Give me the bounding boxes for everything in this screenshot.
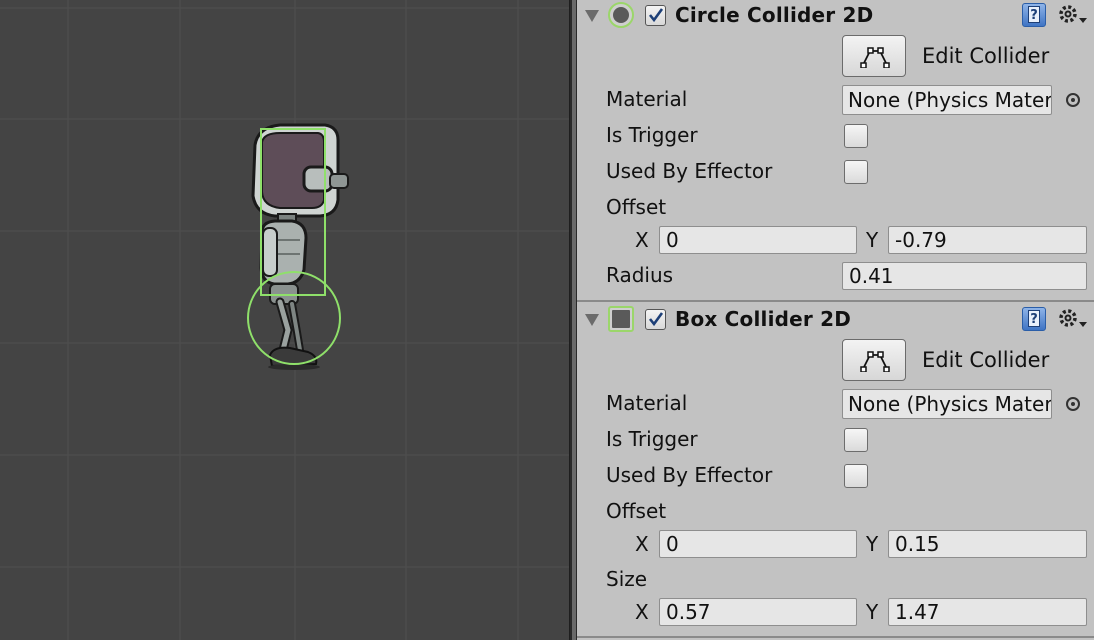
edit-collider-label: Edit Collider xyxy=(922,348,1050,372)
offset-x-axis-label: X xyxy=(635,532,649,556)
robot-sprite[interactable] xyxy=(0,0,569,640)
radius-label: Radius xyxy=(606,263,674,287)
used-by-effector-checkbox[interactable] xyxy=(844,160,868,184)
box-collider-component: Box Collider 2D ? Edit Collider Material… xyxy=(577,304,1094,640)
panel-splitter[interactable] xyxy=(569,0,577,640)
edit-collider-button[interactable] xyxy=(842,35,906,77)
offset-y-axis-label: Y xyxy=(866,228,879,252)
circle-collider-icon xyxy=(608,2,634,28)
component-header[interactable]: Circle Collider 2D ? xyxy=(577,0,1094,34)
offset-label: Offset xyxy=(606,499,667,523)
offset-x-field[interactable]: 0 xyxy=(659,530,857,558)
edit-collider-button[interactable] xyxy=(842,339,906,381)
offset-x-field[interactable]: 0 xyxy=(659,226,857,254)
is-trigger-label: Is Trigger xyxy=(606,427,698,451)
material-label: Material xyxy=(606,391,688,415)
object-picker-icon[interactable] xyxy=(1066,397,1080,411)
inspector-panel: Circle Collider 2D ? Edit Collider Mater… xyxy=(577,0,1094,640)
material-field[interactable]: None (Physics Material 2D) xyxy=(842,389,1052,419)
offset-y-axis-label: Y xyxy=(866,532,879,556)
foldout-triangle-icon[interactable] xyxy=(585,10,599,22)
foldout-triangle-icon[interactable] xyxy=(585,314,599,326)
gear-icon[interactable] xyxy=(1057,2,1089,28)
component-enabled-checkbox[interactable] xyxy=(645,309,666,330)
help-book-icon[interactable]: ? xyxy=(1022,307,1046,331)
size-y-axis-label: Y xyxy=(866,600,879,624)
is-trigger-label: Is Trigger xyxy=(606,123,698,147)
component-divider xyxy=(577,636,1094,638)
component-header[interactable]: Box Collider 2D ? xyxy=(577,304,1094,338)
size-label: Size xyxy=(606,567,648,591)
object-picker-icon[interactable] xyxy=(1066,93,1080,107)
is-trigger-checkbox[interactable] xyxy=(844,124,868,148)
edit-collider-icon xyxy=(860,47,890,68)
scene-view[interactable] xyxy=(0,0,569,640)
offset-y-field[interactable]: 0.15 xyxy=(888,530,1087,558)
offset-x-axis-label: X xyxy=(635,228,649,252)
used-by-effector-label: Used By Effector xyxy=(606,463,773,487)
component-divider xyxy=(577,300,1094,302)
gear-icon[interactable] xyxy=(1057,306,1089,332)
help-book-icon[interactable]: ? xyxy=(1022,3,1046,27)
material-field[interactable]: None (Physics Material 2D) xyxy=(842,85,1052,115)
component-title: Circle Collider 2D xyxy=(675,3,874,27)
size-x-field[interactable]: 0.57 xyxy=(659,598,857,626)
material-label: Material xyxy=(606,87,688,111)
edit-collider-label: Edit Collider xyxy=(922,44,1050,68)
edit-collider-icon xyxy=(860,351,890,372)
offset-y-field[interactable]: -0.79 xyxy=(888,226,1087,254)
size-x-axis-label: X xyxy=(635,600,649,624)
is-trigger-checkbox[interactable] xyxy=(844,428,868,452)
circle-collider-component: Circle Collider 2D ? Edit Collider Mater… xyxy=(577,0,1094,302)
used-by-effector-checkbox[interactable] xyxy=(844,464,868,488)
box-collider-icon xyxy=(608,306,634,332)
radius-field[interactable]: 0.41 xyxy=(842,262,1087,290)
component-title: Box Collider 2D xyxy=(675,307,852,331)
component-enabled-checkbox[interactable] xyxy=(645,5,666,26)
used-by-effector-label: Used By Effector xyxy=(606,159,773,183)
offset-label: Offset xyxy=(606,195,667,219)
size-y-field[interactable]: 1.47 xyxy=(888,598,1087,626)
